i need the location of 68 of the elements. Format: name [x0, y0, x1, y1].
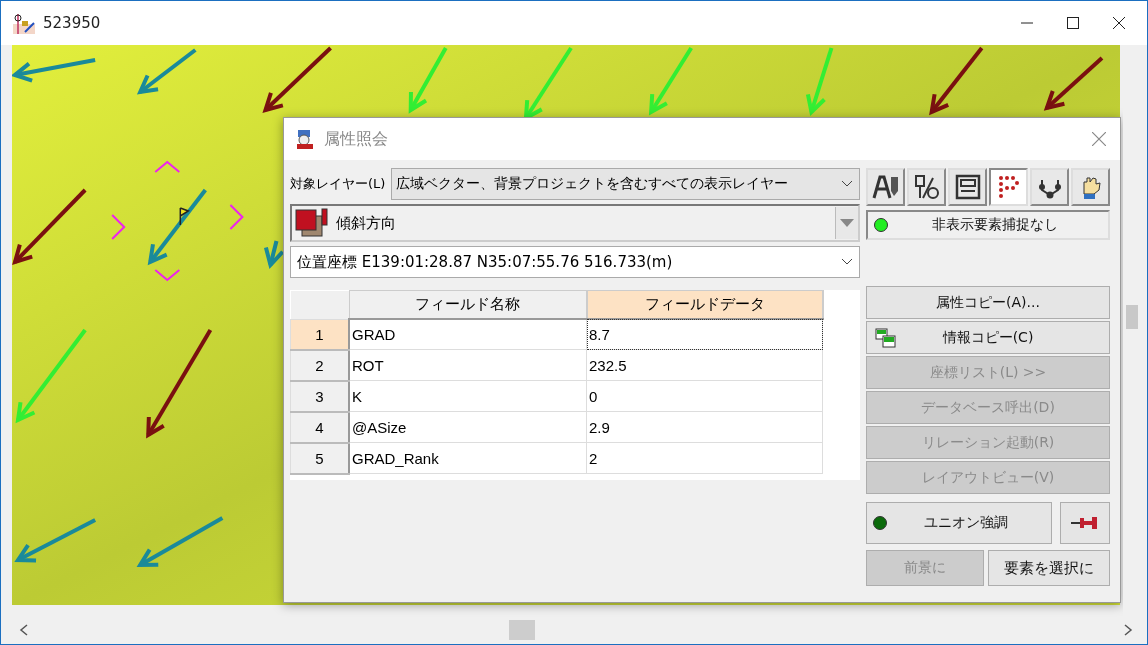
label-tool-button[interactable]	[866, 168, 905, 206]
coordinate-dropdown[interactable]: 位置座標 E139:01:28.87 N35:07:55.76 516.733(m)	[290, 246, 860, 278]
union-highlight-button[interactable]: ユニオン強調	[866, 502, 1052, 544]
arrow-icon	[805, 47, 834, 116]
maximize-icon[interactable]	[1067, 17, 1079, 29]
table-cell: 8.7	[586, 319, 823, 350]
dialog-button[interactable]: 要素を選択に	[988, 550, 1110, 586]
scroll-thumb[interactable]	[509, 620, 535, 640]
triangle-down-icon	[840, 219, 854, 227]
nodes-tool-button[interactable]	[1030, 168, 1069, 206]
scroll-right-icon[interactable]	[1123, 624, 1133, 636]
arrow-icon	[264, 240, 285, 270]
hand-tool-button[interactable]	[1071, 168, 1110, 206]
arrow-icon	[15, 328, 87, 424]
action-button[interactable]: 属性コピー(A)...	[866, 286, 1110, 319]
survey-tool-icon	[13, 12, 35, 34]
frame-icon	[953, 174, 982, 200]
corner-cell	[290, 290, 349, 319]
table-cell: ROT	[349, 349, 587, 381]
table-cell: 0	[586, 380, 823, 412]
layer-dropdown[interactable]: 広域ベクター、背景プロジェクトを含むすべての表示レイヤー	[391, 168, 860, 200]
arrow-icon	[136, 516, 224, 568]
feature-dropdown[interactable]: 傾斜方向	[290, 204, 860, 242]
scroll-thumb[interactable]	[1126, 305, 1138, 329]
table-cell: @ASize	[349, 411, 587, 443]
row-header[interactable]: 5	[290, 442, 349, 474]
row-header[interactable]: 3	[290, 380, 349, 412]
letter-pen-icon	[871, 174, 900, 200]
points-tool-button[interactable]	[989, 168, 1028, 206]
frame-tool-button[interactable]	[948, 168, 987, 206]
row-header[interactable]: 4	[290, 411, 349, 443]
scroll-left-icon[interactable]	[19, 624, 29, 636]
pushpin-icon	[1070, 515, 1100, 531]
column-header[interactable]: フィールド名称	[349, 290, 587, 319]
table-cell: 232.5	[586, 349, 823, 381]
arrow-icon	[14, 518, 97, 563]
arrow-icon	[12, 188, 87, 265]
chevron-down-icon	[841, 258, 853, 266]
arrow-icon	[929, 46, 984, 116]
split-tool-button[interactable]	[907, 168, 946, 206]
flag-icon	[179, 207, 190, 226]
column-header[interactable]: フィールドデータ	[586, 290, 823, 319]
arrow-icon	[648, 46, 693, 116]
row-header[interactable]: 2	[290, 349, 349, 381]
dialog-title: 属性照会	[324, 128, 388, 150]
table-cell: 2.9	[586, 411, 823, 443]
layer-label: 対象レイヤー(L)	[290, 175, 386, 193]
arrow-icon	[146, 328, 213, 439]
chevron-down-icon	[841, 180, 853, 188]
row-header[interactable]: 1	[290, 319, 349, 350]
close-icon[interactable]	[1113, 17, 1125, 29]
arrow-icon	[136, 48, 197, 95]
table-cell: K	[349, 380, 587, 412]
mascot-icon	[294, 128, 316, 150]
table-cell: GRAD_Rank	[349, 442, 587, 474]
arrow-icon	[12, 58, 96, 83]
window-title: 523950	[43, 14, 101, 32]
hidden-capture-button[interactable]: 非表示要素捕捉なし	[866, 210, 1110, 240]
arrow-icon	[1043, 56, 1104, 111]
copy-icon	[875, 328, 897, 348]
arrow-icon	[147, 188, 207, 266]
arrow-icon	[408, 47, 448, 114]
pin-button[interactable]	[1060, 502, 1110, 544]
table-cell: 2	[586, 442, 823, 474]
arrow-icon	[262, 46, 332, 113]
action-button[interactable]: 情報コピー(C)	[866, 321, 1110, 354]
table-cell: GRAD	[349, 319, 587, 350]
layer-icon	[294, 208, 330, 238]
